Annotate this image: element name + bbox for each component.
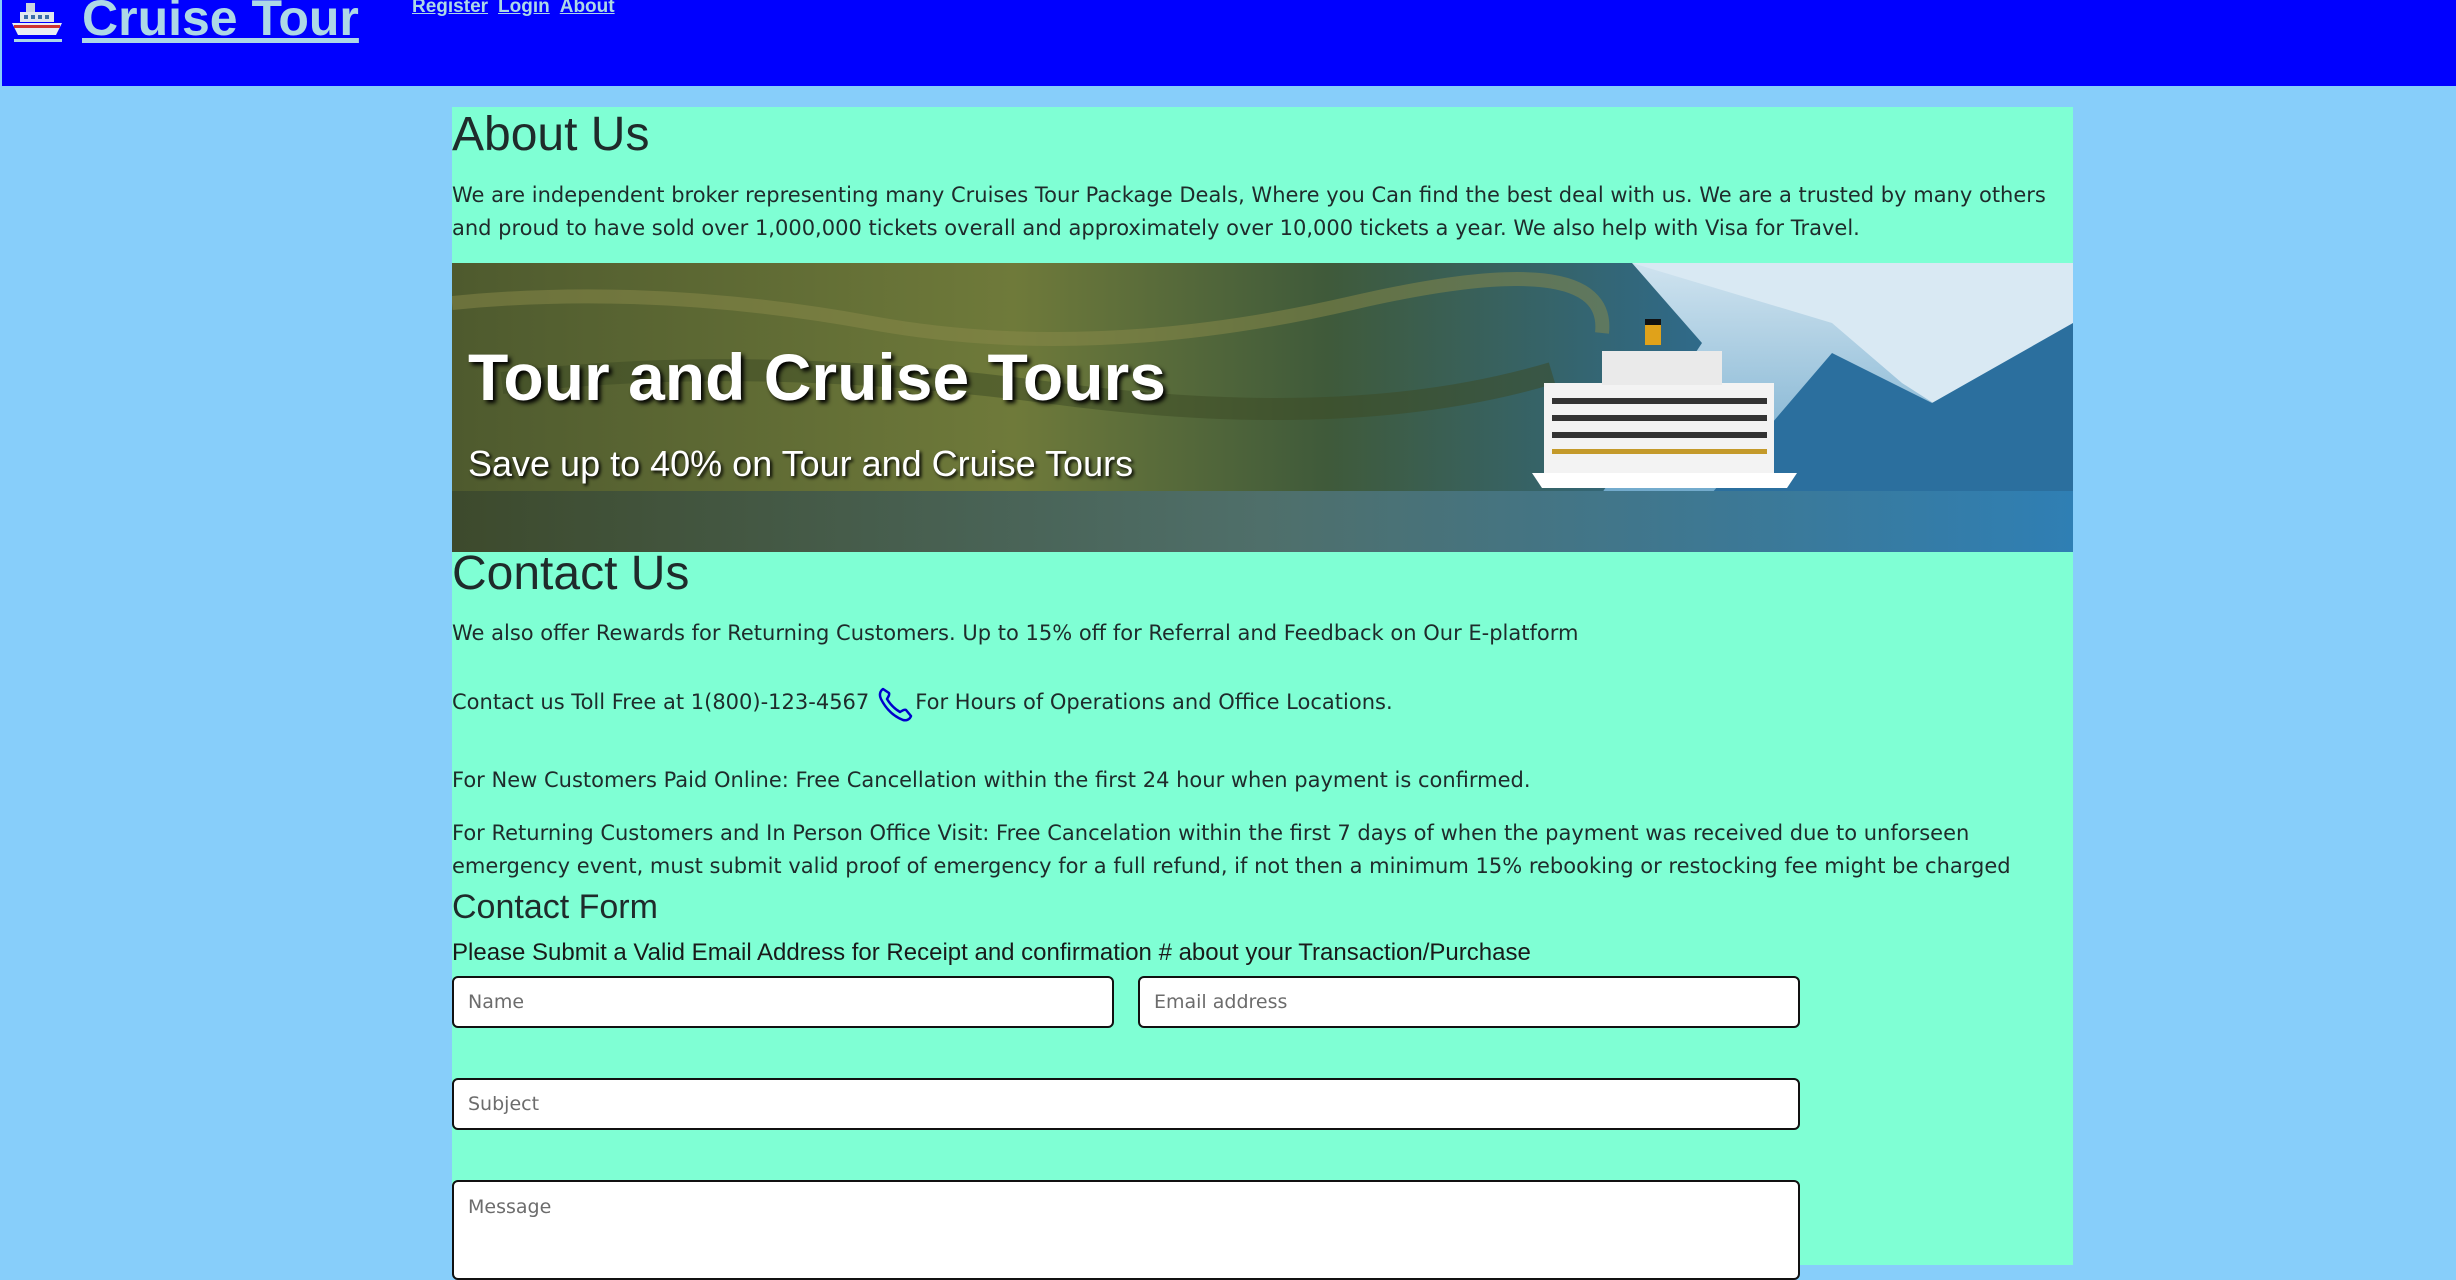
message-textarea[interactable] xyxy=(452,1180,1800,1280)
brand-title: Cruise Tour xyxy=(82,0,359,46)
brand-link[interactable]: Cruise Tour xyxy=(10,0,359,48)
banner-image: Tour and Cruise Tours Save up to 40% on … xyxy=(452,263,2073,552)
email-input[interactable] xyxy=(1138,976,1800,1028)
toll-free-line: Contact us Toll Free at 1(800)-123-4567 … xyxy=(452,683,2052,723)
cruise-ship-icon xyxy=(12,3,62,42)
nav-about-link[interactable]: About xyxy=(560,0,615,18)
toll-free-text: Contact us Toll Free at 1(800)-123-4567 xyxy=(452,690,870,714)
nav-register-link[interactable]: Register xyxy=(412,0,488,18)
nav-login-link[interactable]: Login xyxy=(498,0,550,18)
subject-input[interactable] xyxy=(452,1078,1800,1130)
hours-text: For Hours of Operations and Office Locat… xyxy=(915,690,1393,714)
banner-subtitle: Save up to 40% on Tour and Cruise Tours xyxy=(468,443,1134,484)
form-intro: Please Submit a Valid Email Address for … xyxy=(452,939,1531,966)
rewards-text: We also offer Rewards for Returning Cust… xyxy=(452,621,1579,645)
phone-icon[interactable] xyxy=(875,683,915,723)
banner-title: Tour and Cruise Tours xyxy=(468,340,1166,414)
contact-heading: Contact Us xyxy=(452,547,690,600)
returning-customers-policy: For Returning Customers and In Person Of… xyxy=(452,821,2011,878)
about-heading: About Us xyxy=(452,108,650,161)
about-text: We are independent broker representing m… xyxy=(452,183,2046,240)
main-content: About Us We are independent broker repre… xyxy=(452,107,2073,1280)
name-input[interactable] xyxy=(452,976,1114,1028)
main-nav: Register Login About xyxy=(412,0,615,18)
contact-form-heading: Contact Form xyxy=(452,888,658,926)
top-navbar: Cruise Tour Register Login About xyxy=(2,0,2456,86)
new-customers-policy: For New Customers Paid Online: Free Canc… xyxy=(452,768,1531,792)
